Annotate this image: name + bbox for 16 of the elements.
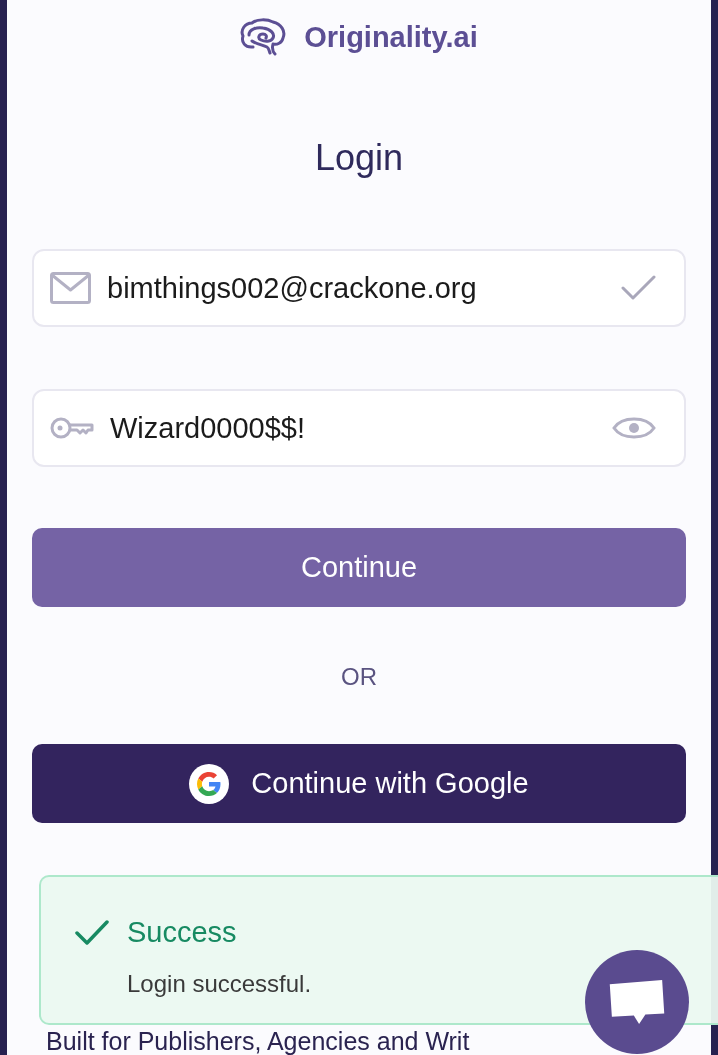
tagline: Built for Publishers, Agencies and Writ <box>46 1028 470 1054</box>
continue-button[interactable]: Continue <box>32 528 686 607</box>
key-icon <box>50 417 94 439</box>
google-icon <box>189 763 230 804</box>
envelope-icon <box>50 272 91 304</box>
or-label: OR <box>341 662 377 692</box>
brain-icon <box>240 17 287 57</box>
password-field[interactable]: Wizard0000$$! <box>32 389 686 467</box>
speech-bubble-icon <box>609 980 665 1024</box>
toast-message: Login successful. <box>127 969 312 999</box>
toast-title: Success <box>127 915 238 949</box>
logo-text: Originality.ai <box>304 20 478 55</box>
google-button[interactable]: Continue with Google <box>32 744 686 823</box>
checkmark-icon <box>75 920 109 946</box>
email-field[interactable]: bimthings002@crackone.org <box>32 249 686 327</box>
page-title: Login <box>313 136 405 180</box>
